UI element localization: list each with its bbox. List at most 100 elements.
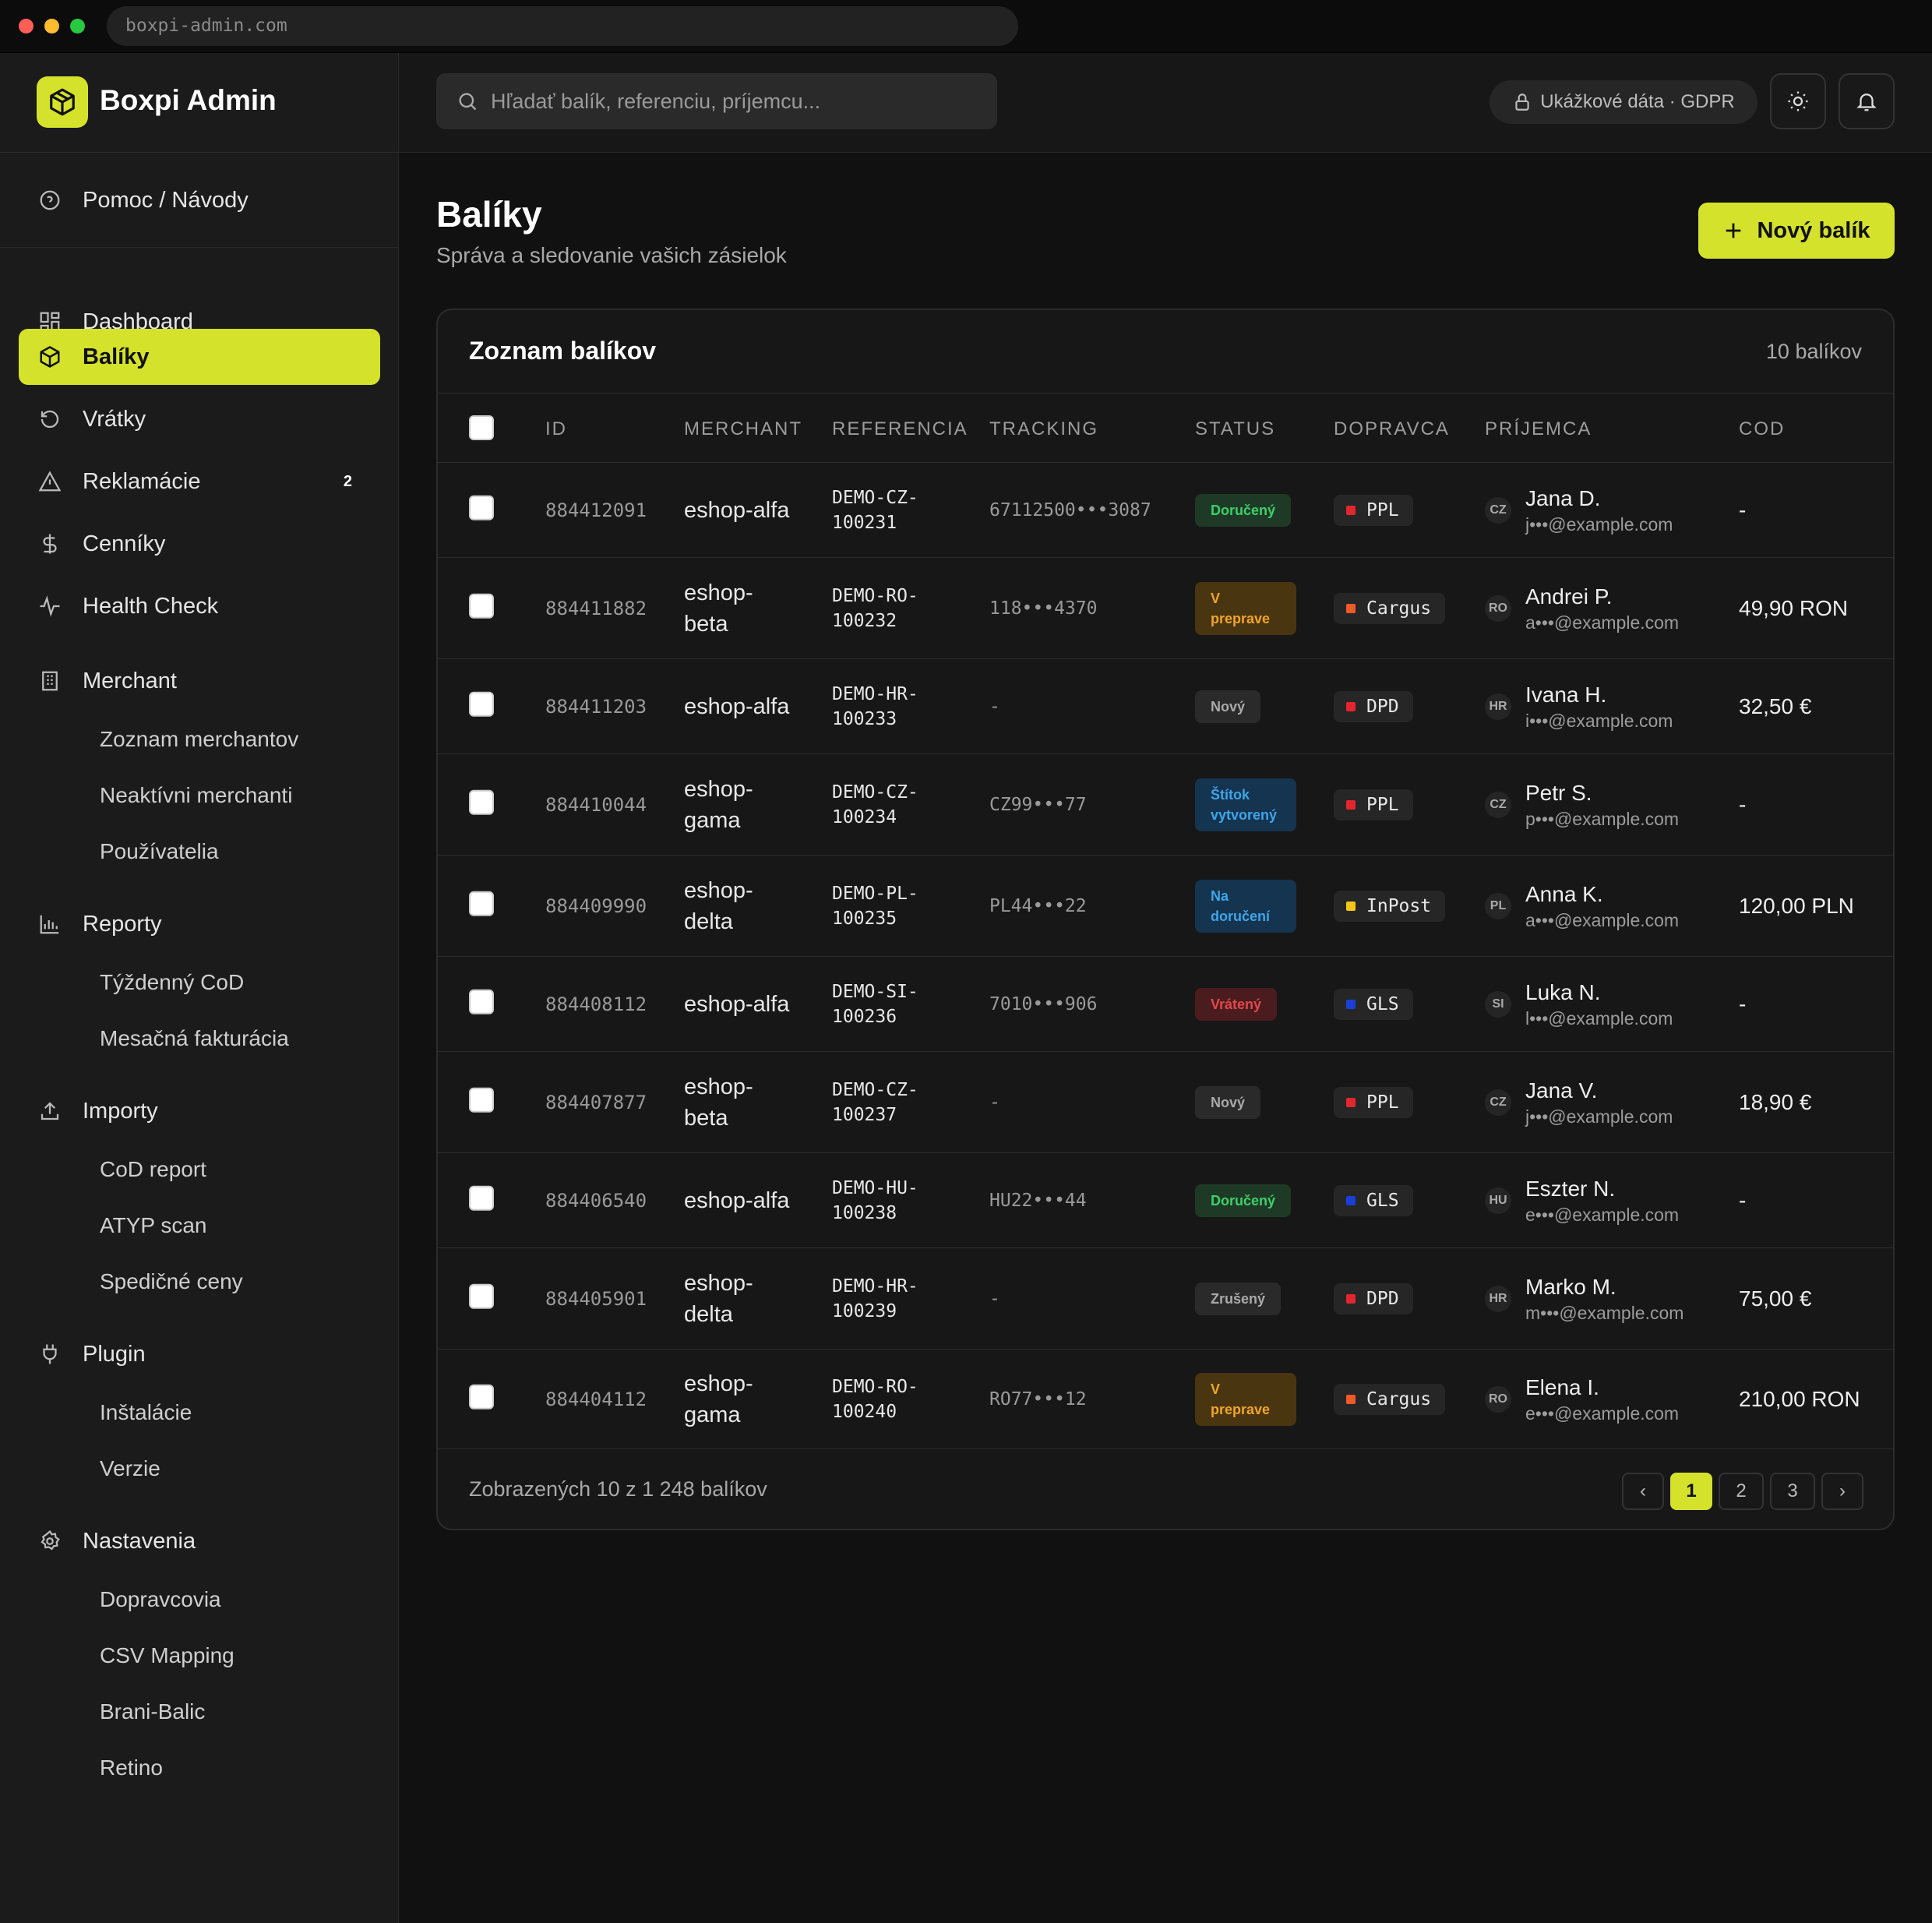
column-header-id[interactable]: ID — [545, 418, 567, 440]
table-row[interactable]: 884411203 eshop-alfa DEMO-HR-100233 - Nový DP… — [438, 659, 1893, 754]
sidebar-subitem-forwarding-prices[interactable]: Spedičné ceny — [100, 1269, 243, 1294]
package-id[interactable]: 884405901 — [545, 1288, 647, 1310]
sidebar-group-imports[interactable]: Importy — [19, 1083, 380, 1139]
sidebar-item-returns[interactable]: Vrátky — [19, 391, 380, 447]
tracking-number[interactable]: - — [989, 697, 1000, 717]
sidebar-subitem-carriers[interactable]: Dopravcovia — [100, 1587, 221, 1612]
column-header-tracking[interactable]: TRACKING — [989, 418, 1098, 440]
sidebar-subitem-csv-mapping[interactable]: CSV Mapping — [100, 1643, 234, 1668]
column-header-merchant[interactable]: MERCHANT — [684, 418, 802, 440]
sidebar-subitem-inactive-merchants[interactable]: Neaktívni merchanti — [100, 783, 292, 808]
pagination-page-3[interactable]: 3 — [1770, 1473, 1815, 1510]
package-id[interactable]: 884404112 — [545, 1388, 647, 1410]
pulse-icon — [37, 594, 62, 619]
package-id[interactable]: 884410044 — [545, 794, 647, 816]
tracking-number[interactable]: - — [989, 1092, 1000, 1113]
sidebar-subitem-weekly-cod[interactable]: Týždenný CoD — [100, 970, 244, 995]
table-row[interactable]: 884409990 eshop-delta DEMO-PL-100235 PL44••… — [438, 856, 1893, 957]
country-badge: CZ — [1485, 496, 1511, 524]
row-checkbox[interactable] — [469, 789, 494, 815]
tracking-number[interactable]: - — [989, 1289, 1000, 1309]
pagination-page-2[interactable]: 2 — [1719, 1473, 1764, 1510]
row-checkbox[interactable] — [469, 989, 494, 1014]
sidebar-subitem-monthly-invoicing[interactable]: Mesačná fakturácia — [100, 1026, 289, 1051]
row-checkbox[interactable] — [469, 495, 494, 520]
table-row[interactable]: 884412091 eshop-alfa DEMO-CZ-100231 6711250… — [438, 463, 1893, 558]
row-checkbox[interactable] — [469, 1384, 494, 1410]
row-checkbox[interactable] — [469, 593, 494, 619]
table-row[interactable]: 884407877 eshop-beta DEMO-CZ-100237 - Nový PP… — [438, 1052, 1893, 1153]
column-header-cod[interactable]: COD — [1739, 418, 1785, 440]
sidebar-subitem-installations[interactable]: Inštalácie — [100, 1400, 192, 1425]
table-row[interactable]: 884404112 eshop-gama DEMO-RO-100240 RO77•••… — [438, 1350, 1893, 1449]
column-header-recipient[interactable]: PRÍJEMCA — [1485, 418, 1592, 440]
row-checkbox[interactable] — [469, 1283, 494, 1309]
pagination-page-1[interactable]: 1 — [1670, 1473, 1712, 1510]
pagination-prev-button[interactable]: ‹ — [1622, 1473, 1664, 1510]
recipient-name: Petr S. — [1525, 780, 1592, 805]
package-id[interactable]: 884408112 — [545, 993, 647, 1015]
notifications-button[interactable] — [1839, 73, 1895, 129]
sidebar-group-plugin[interactable]: Plugin — [19, 1326, 380, 1382]
merchant-name: eshop-beta — [684, 1074, 753, 1131]
status-cell: V preprave — [1195, 581, 1296, 635]
close-window-button[interactable] — [19, 19, 33, 34]
sidebar-subitem-merchant-list[interactable]: Zoznam merchantov — [100, 727, 298, 752]
sidebar-subitem-cod-report[interactable]: CoD report — [100, 1157, 206, 1182]
new-package-button[interactable]: Nový balík — [1698, 203, 1895, 259]
sidebar-subitem-versions[interactable]: Verzie — [100, 1456, 160, 1481]
sidebar-group-merchant[interactable]: Merchant — [19, 653, 380, 709]
row-checkbox[interactable] — [469, 1087, 494, 1113]
sidebar-group-reports[interactable]: Reporty — [19, 896, 380, 952]
plug-icon — [37, 1342, 62, 1367]
table-row[interactable]: 884411882 eshop-beta DEMO-RO-100232 118•••4… — [438, 558, 1893, 659]
package-id[interactable]: 884407877 — [545, 1092, 647, 1113]
sidebar-subitem-users[interactable]: Používatelia — [100, 839, 219, 864]
carrier-color-swatch — [1346, 505, 1356, 515]
package-logo-icon[interactable] — [37, 76, 88, 128]
row-checkbox[interactable] — [469, 1185, 494, 1211]
sidebar-group-settings[interactable]: Nastavenia — [19, 1513, 380, 1569]
tracking-number[interactable]: 118•••4370 — [989, 598, 1097, 619]
maximize-window-button[interactable] — [70, 19, 85, 34]
table-row[interactable]: 884410044 eshop-gama DEMO-CZ-100234 CZ99•••… — [438, 754, 1893, 856]
sidebar-item-pricelists[interactable]: Cenníky — [19, 516, 380, 572]
row-checkbox[interactable] — [469, 891, 494, 916]
sidebar-subitem-brani-balic[interactable]: Brani-Balic — [100, 1699, 205, 1724]
pagination-next-button[interactable]: › — [1821, 1473, 1863, 1510]
status-badge: Vrátený — [1195, 987, 1278, 1021]
package-id[interactable]: 884412091 — [545, 499, 647, 521]
sidebar-subitem-atyp-scan[interactable]: ATYP scan — [100, 1213, 206, 1238]
table-row[interactable]: 884406540 eshop-alfa DEMO-HU-100238 HU22•••… — [438, 1153, 1893, 1248]
select-all-checkbox[interactable] — [469, 415, 494, 440]
sidebar-item-help[interactable]: Pomoc / Návody — [19, 172, 380, 228]
minimize-window-button[interactable] — [44, 19, 59, 34]
package-id[interactable]: 884411203 — [545, 696, 647, 718]
sidebar-item-complaints[interactable]: Reklamácie 2 — [19, 453, 380, 510]
country-badge: HU — [1485, 1187, 1511, 1214]
table-row[interactable]: 884405901 eshop-delta DEMO-HR-100239 - Zruše… — [438, 1248, 1893, 1350]
tracking-number[interactable]: PL44•••22 — [989, 896, 1087, 916]
tracking-number[interactable]: 7010•••906 — [989, 994, 1097, 1014]
tracking-number[interactable]: RO77•••12 — [989, 1389, 1087, 1410]
column-header-status[interactable]: STATUS — [1195, 418, 1275, 440]
address-bar[interactable]: boxpi-admin.com — [107, 6, 1018, 46]
sidebar-subitem-retino[interactable]: Retino — [100, 1755, 163, 1780]
column-header-carrier[interactable]: DOPRAVCA — [1334, 418, 1450, 440]
merchant-name: eshop-gama — [684, 776, 753, 833]
package-id[interactable]: 884409990 — [545, 895, 647, 917]
tracking-number[interactable]: CZ99•••77 — [989, 795, 1087, 815]
tracking-number[interactable]: HU22•••44 — [989, 1191, 1087, 1211]
package-id[interactable]: 884411882 — [545, 598, 647, 619]
package-id[interactable]: 884406540 — [545, 1190, 647, 1212]
column-header-reference[interactable]: REFERENCIA — [832, 418, 968, 440]
table-row[interactable]: 884408112 eshop-alfa DEMO-SI-100236 7010•••… — [438, 957, 1893, 1052]
carrier-cell: PPL — [1334, 1086, 1413, 1118]
tracking-number[interactable]: 67112500•••3087 — [989, 500, 1151, 520]
search-input[interactable]: Hľadať balík, referenciu, príjemcu... — [436, 73, 997, 129]
recipient-name: Andrei P. — [1525, 584, 1613, 609]
row-checkbox[interactable] — [469, 691, 494, 717]
sidebar-item-packages[interactable]: Balíky — [19, 329, 380, 385]
theme-toggle-button[interactable] — [1770, 73, 1826, 129]
sidebar-item-health-check[interactable]: Health Check — [19, 578, 380, 634]
